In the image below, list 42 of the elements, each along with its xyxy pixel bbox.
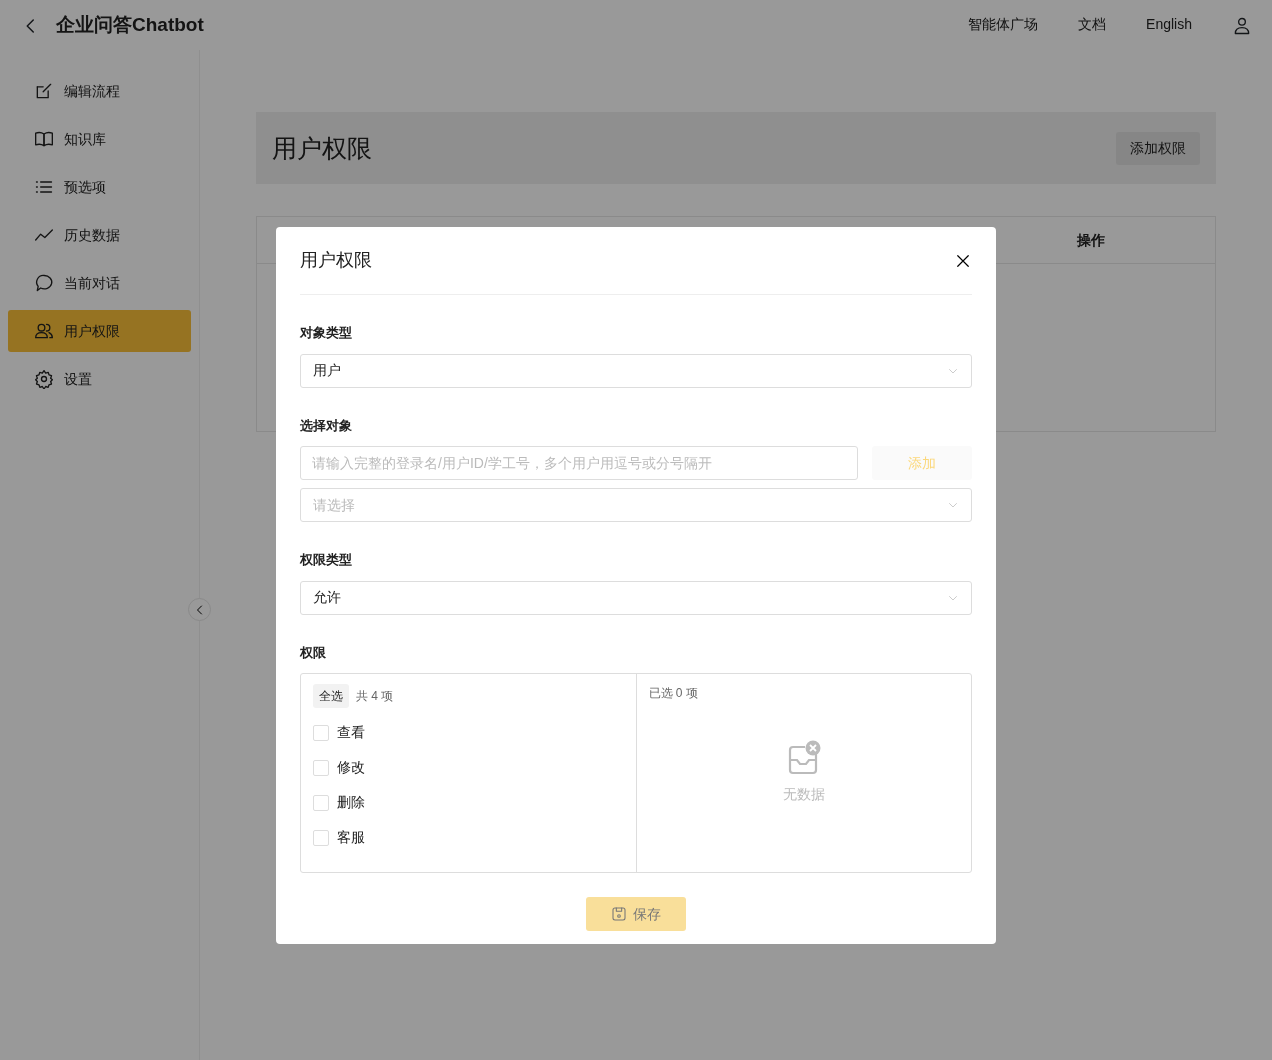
sidebar-item[interactable]: 预选项 bbox=[8, 166, 191, 208]
app-title: 企业问答Chatbot bbox=[56, 12, 204, 37]
collapse-button[interactable] bbox=[188, 598, 211, 621]
nav-link[interactable]: 文档 bbox=[1078, 14, 1107, 36]
checkbox[interactable] bbox=[313, 829, 329, 846]
empty-state-text: 无数据 bbox=[782, 784, 825, 804]
sidebar-item[interactable]: 知识库 bbox=[8, 118, 191, 160]
checkbox-label: 查看 bbox=[337, 723, 365, 742]
dialog-title: 用户权限 bbox=[300, 249, 372, 272]
sidebar-item[interactable]: 编辑流程 bbox=[8, 70, 191, 112]
checkbox-label: 删除 bbox=[337, 793, 365, 812]
empty-inbox-icon bbox=[786, 739, 821, 776]
checkbox[interactable] bbox=[313, 759, 329, 776]
sidebar-item[interactable]: 用户权限 bbox=[8, 310, 191, 352]
book-icon bbox=[34, 129, 54, 149]
select-all-button[interactable]: 全选 bbox=[313, 684, 349, 708]
chat-bubble-icon bbox=[34, 273, 54, 293]
field-label: 对象类型 bbox=[300, 324, 352, 342]
selected-count: 已选 0 项 bbox=[648, 685, 699, 702]
select-field[interactable]: 用户 bbox=[300, 353, 972, 388]
checkbox-label: 修改 bbox=[337, 758, 365, 777]
field-label: 权限 bbox=[300, 643, 326, 662]
sidebar-item[interactable]: 设置 bbox=[8, 358, 191, 400]
edit-icon bbox=[34, 81, 54, 101]
field-label: 权限类型 bbox=[300, 551, 352, 569]
select-field[interactable]: 允许 bbox=[300, 580, 972, 615]
input-field[interactable]: 请输入完整的登录名/用户ID/学工号，多个用户用逗号或分号隔开 bbox=[300, 446, 858, 480]
checkbox[interactable] bbox=[313, 724, 329, 741]
users-icon bbox=[34, 321, 54, 341]
page-title: 用户权限 bbox=[272, 133, 372, 163]
sidebar-item[interactable]: 历史数据 bbox=[8, 214, 191, 256]
item-count: 共 4 项 bbox=[356, 688, 394, 705]
nav-link[interactable]: English bbox=[1146, 14, 1192, 36]
nav-link[interactable]: 智能体广场 bbox=[968, 14, 1039, 36]
checkbox[interactable] bbox=[313, 794, 329, 811]
field-label: 选择对象 bbox=[300, 416, 352, 435]
checkbox-label: 客服 bbox=[337, 828, 365, 847]
sidebar-item[interactable]: 当前对话 bbox=[8, 262, 191, 304]
column-header: 操作 bbox=[1077, 230, 1105, 250]
add-permission-button[interactable]: 添加权限 bbox=[1116, 131, 1200, 165]
user-icon bbox=[1232, 15, 1252, 36]
settings-icon bbox=[34, 369, 54, 389]
